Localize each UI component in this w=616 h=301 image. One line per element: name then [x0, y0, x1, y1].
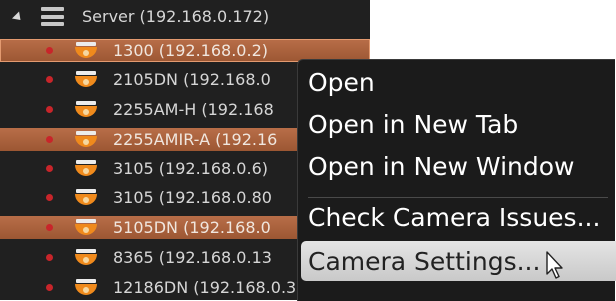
menu-item-check-camera-issues[interactable]: Check Camera Issues... [308, 203, 600, 232]
camera-label: 12186DN (192.168.0.35) [113, 278, 313, 297]
dome-camera-icon [75, 249, 97, 266]
dome-camera-icon [75, 219, 97, 236]
status-dot-icon [46, 76, 53, 83]
status-dot-icon [46, 106, 53, 113]
camera-label: 3105 (192.168.0.6) [113, 159, 268, 178]
status-dot-icon [46, 194, 53, 201]
camera-label: 1300 (192.168.0.2) [113, 41, 268, 60]
camera-label: 2255AMIR-A (192.16 [113, 130, 278, 149]
mouse-cursor-icon [546, 251, 563, 279]
dome-camera-icon [75, 189, 97, 206]
context-menu: Open Open in New Tab Open in New Window … [297, 59, 616, 301]
status-dot-icon [46, 47, 53, 54]
camera-label: 2105DN (192.168.0 [113, 70, 271, 89]
camera-label: 2255AM-H (192.168 [113, 100, 274, 119]
status-dot-icon [46, 284, 53, 291]
status-dot-icon [46, 136, 53, 143]
status-dot-icon [46, 254, 53, 261]
menu-item-open-new-window[interactable]: Open in New Window [308, 152, 575, 181]
dome-camera-icon [75, 279, 97, 296]
status-dot-icon [46, 224, 53, 231]
dome-camera-icon [75, 131, 97, 148]
status-dot-icon [46, 165, 53, 172]
camera-label: 3105 (192.168.0.80 [113, 188, 272, 207]
collapse-triangle-icon[interactable] [11, 11, 25, 24]
menu-item-open-new-tab[interactable]: Open in New Tab [308, 110, 518, 139]
dome-camera-icon [75, 42, 97, 59]
menu-item-open[interactable]: Open [308, 68, 375, 97]
dome-camera-icon [75, 101, 97, 118]
dome-camera-icon [75, 160, 97, 177]
camera-label: 5105DN (192.168.0 [113, 218, 271, 237]
server-label: Server (192.168.0.172) [82, 7, 270, 26]
tree-row-server[interactable]: Server (192.168.0.172) [0, 5, 370, 28]
dome-camera-icon [75, 71, 97, 88]
menu-item-camera-settings[interactable]: Camera Settings... [301, 241, 616, 281]
menu-separator [308, 197, 608, 198]
server-icon [41, 7, 64, 26]
camera-label: 8365 (192.168.0.13 [113, 248, 272, 267]
